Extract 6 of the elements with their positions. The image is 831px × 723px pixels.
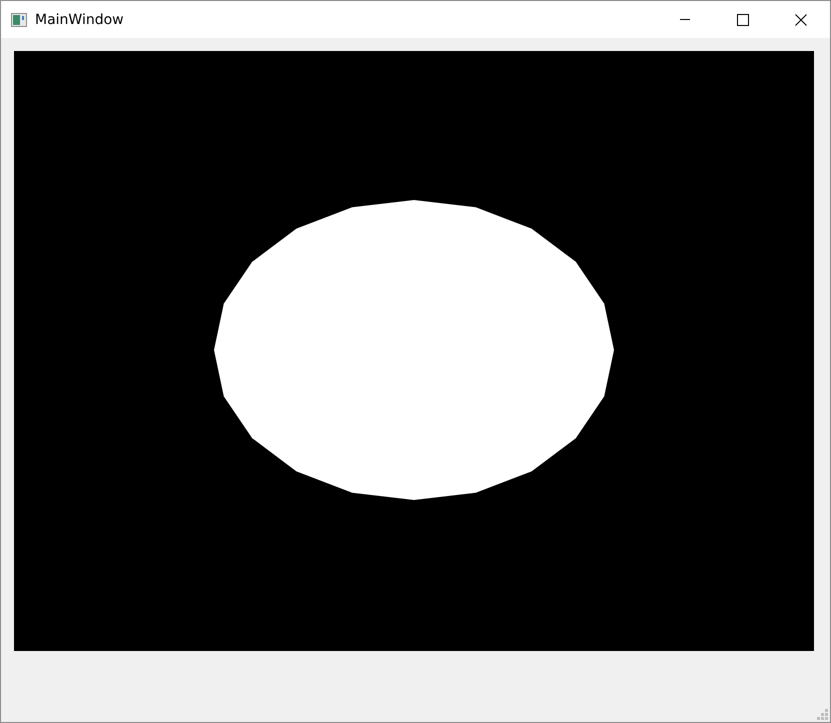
minimize-icon	[680, 19, 690, 20]
window-title: MainWindow	[35, 12, 124, 28]
app-icon	[11, 12, 27, 26]
close-icon	[795, 14, 807, 26]
resize-grip-icon[interactable]	[817, 709, 828, 720]
maximize-icon	[737, 14, 749, 26]
